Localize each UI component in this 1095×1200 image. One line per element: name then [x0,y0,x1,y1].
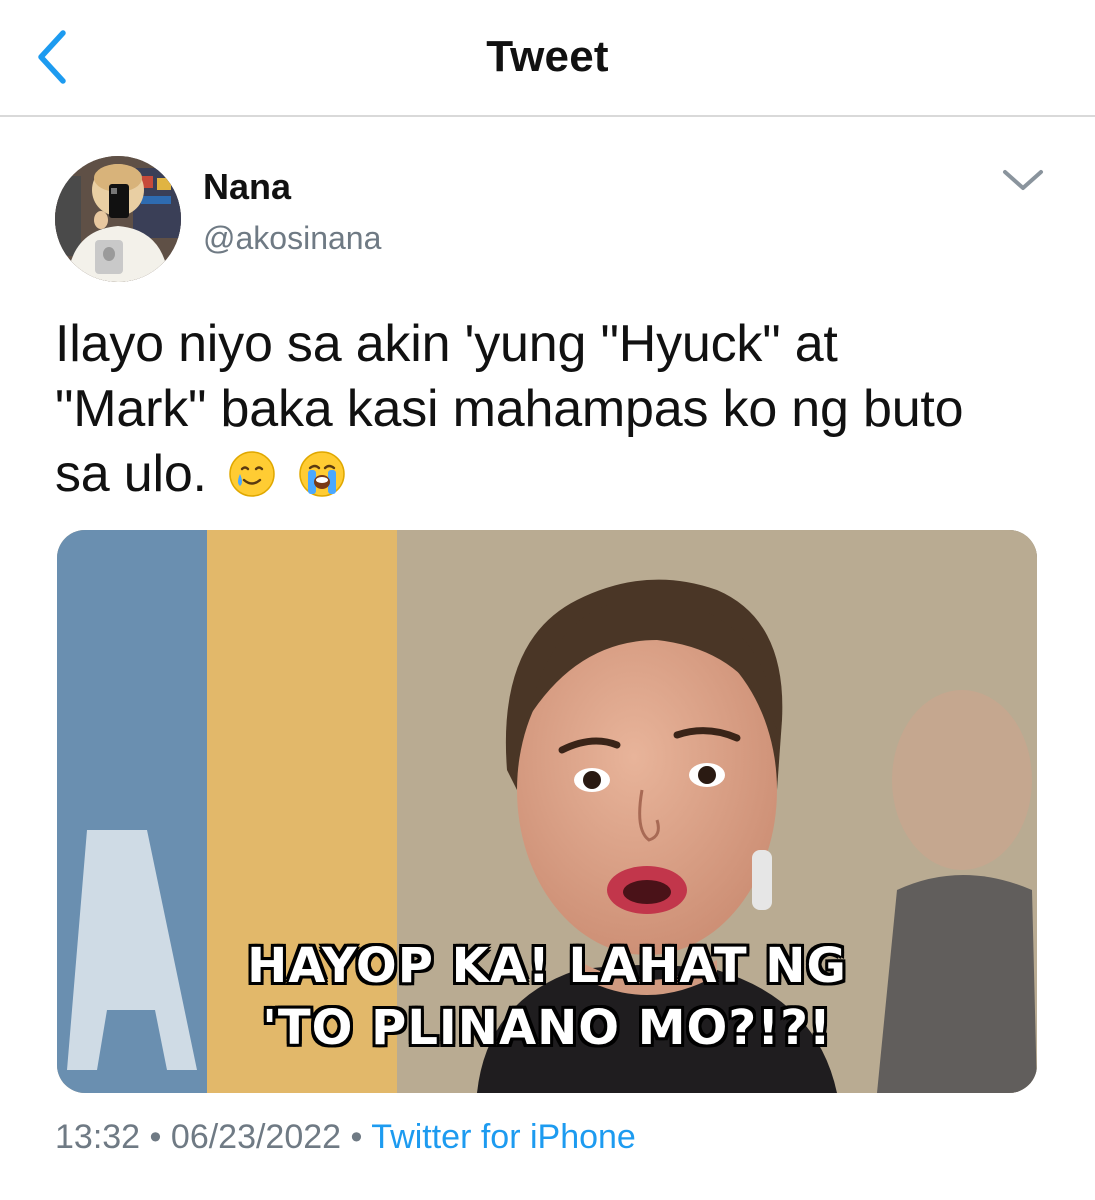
loudly-crying-face-emoji [297,449,347,515]
tweet-meta: 13:32 • 06/23/2022 • Twitter for iPhone [55,1118,636,1157]
more-options-button[interactable] [997,156,1049,204]
navigation-bar: Tweet [0,0,1095,117]
meme-caption-line: HAYOP KA! LAHAT NG [247,938,847,994]
tweet-time: 13:32 [55,1118,141,1156]
tweet-date: 06/23/2022 [170,1118,342,1156]
meta-separator: • [350,1118,363,1156]
tweet-text-segment: sa ulo. [55,445,207,503]
meme-caption: HAYOP KA! LAHAT NG 'TO PLINANO MO?!?! [57,935,1037,1059]
page-title: Tweet [486,32,609,81]
smiling-face-with-tear-emoji [227,449,277,515]
tweet-source-link[interactable]: Twitter for iPhone [371,1118,636,1156]
meta-separator: • [149,1118,162,1156]
tweet-text-line: "Mark" baka kasi mahampas ko ng buto [55,380,964,438]
tweet-media-image[interactable]: HAYOP KA! LAHAT NG 'TO PLINANO MO?!?! [57,530,1037,1093]
avatar[interactable] [55,156,181,282]
meme-caption-line: 'TO PLINANO MO?!?! [262,1000,832,1056]
display-name[interactable]: Nana [203,166,291,208]
user-handle[interactable]: @akosinana [203,220,381,257]
tweet-text-line: sa ulo. [55,442,1055,515]
chevron-down-icon [1003,170,1043,190]
tweet-text: Ilayo niyo sa akin 'yung "Hyuck" at "Mar… [55,312,1055,515]
tweet-header: Nana @akosinana [55,156,1055,282]
tweet-text-line: Ilayo niyo sa akin 'yung "Hyuck" at [55,315,838,373]
